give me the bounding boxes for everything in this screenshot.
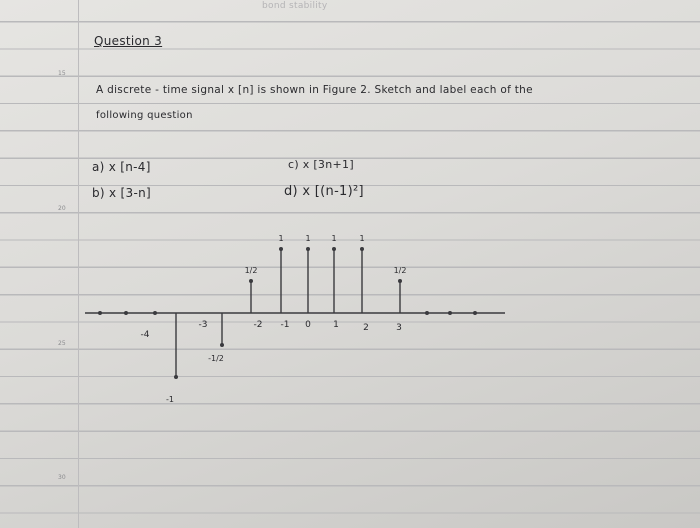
stem-point [332, 247, 336, 251]
tick-label: 1 [333, 320, 339, 330]
stem-point [425, 311, 429, 315]
tick-label: 0 [305, 320, 311, 330]
stem-point [249, 279, 253, 283]
value-label: 1 [359, 234, 364, 243]
tick-label: -3 [199, 320, 208, 330]
value-label: 1 [278, 234, 283, 243]
tick-label: 3 [396, 323, 402, 333]
stem-point [360, 247, 364, 251]
stem-point [398, 279, 402, 283]
stem-point [98, 311, 102, 315]
value-label: 1 [305, 234, 310, 243]
value-label: -1 [166, 395, 174, 404]
stem-point [174, 375, 178, 379]
stem-point [306, 247, 310, 251]
tick-label: 2 [363, 323, 369, 333]
tick-label: -2 [254, 320, 263, 330]
stem-point [124, 311, 128, 315]
signal-figure: -1 -1/2 1/2 1 1 1 1 1/2 -4 -3 -2 -1 0 1 2 3 [85, 234, 505, 404]
stem-point [279, 247, 283, 251]
value-label: 1 [331, 234, 336, 243]
value-label: 1/2 [394, 266, 407, 275]
stem-point [153, 311, 157, 315]
tick-label: -4 [141, 330, 150, 340]
value-label: -1/2 [208, 354, 224, 363]
stem-point [448, 311, 452, 315]
tick-label: -1 [281, 320, 290, 330]
stem-point [473, 311, 477, 315]
stem-point [220, 343, 224, 347]
value-label: 1/2 [245, 266, 258, 275]
